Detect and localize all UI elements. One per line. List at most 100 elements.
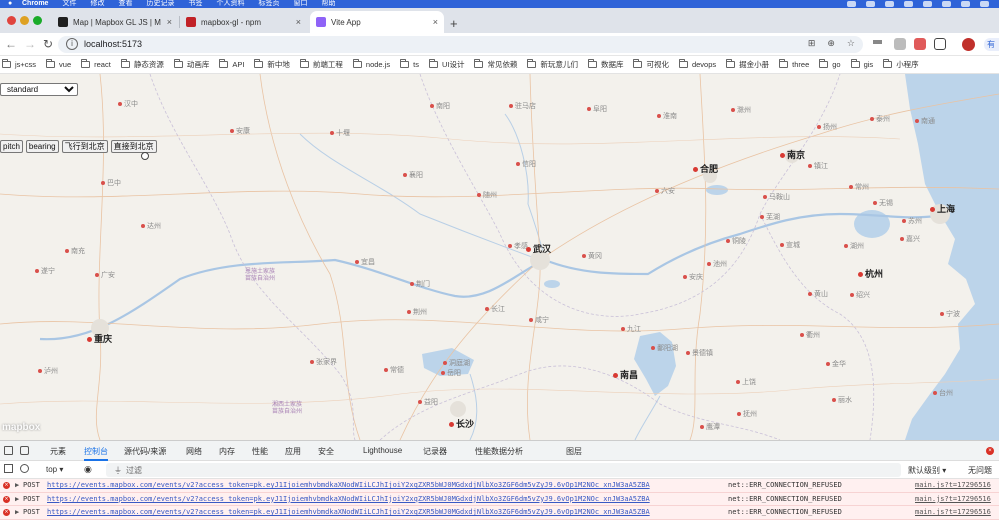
devtools-tab[interactable]: 性能 [252, 446, 268, 457]
pitch-button[interactable]: pitch [0, 140, 23, 153]
city-label[interactable]: 荆门 [410, 279, 430, 289]
menubar-item[interactable]: 帮助 [321, 0, 335, 8]
devtools-error-icon[interactable]: × [986, 447, 994, 455]
source-link[interactable]: main.js?t=17296516 [915, 506, 999, 519]
city-label[interactable]: 荆州 [407, 307, 427, 317]
bookmark-folder[interactable]: ts [400, 59, 419, 69]
city-label[interactable]: 扬州 [817, 122, 837, 132]
apple-icon[interactable]: ● [8, 0, 12, 8]
profile-avatar[interactable] [962, 38, 975, 51]
city-label[interactable]: 广安 [95, 270, 115, 280]
city-label[interactable]: 汉中 [118, 99, 138, 109]
bookmark-folder[interactable]: react [81, 59, 111, 69]
console-error-row[interactable]: × ▶ POST https://events.mapbox.com/events/v… [0, 506, 999, 520]
close-tab-icon[interactable]: × [167, 17, 172, 27]
bookmark-folder[interactable]: 数据库 [587, 59, 623, 70]
request-url-link[interactable]: https://events.mapbox.com/events/v2?acce… [47, 493, 723, 506]
devtools-tab[interactable]: 控制台 [84, 446, 108, 461]
zoom-window-icon[interactable] [33, 16, 42, 25]
city-label[interactable]: 绍兴 [850, 290, 870, 300]
city-label[interactable]: 阜阳 [587, 104, 607, 114]
city-label[interactable]: 池州 [707, 259, 727, 269]
city-label[interactable]: 安庆 [683, 272, 703, 282]
city-label[interactable]: 黄山 [808, 289, 828, 299]
menubar-item[interactable]: Chrome [22, 0, 48, 8]
menubar-item[interactable]: 窗口 [293, 0, 307, 8]
tray-icon[interactable] [847, 1, 856, 7]
menubar-item[interactable]: 历史记录 [146, 0, 174, 8]
extension-icon[interactable] [914, 38, 926, 50]
city-label[interactable]: 泸州 [38, 366, 58, 376]
devtools-tab[interactable]: 内存 [219, 446, 235, 457]
city-label[interactable]: 南阳 [430, 101, 450, 111]
minimize-window-icon[interactable] [20, 16, 29, 25]
major-city-label[interactable]: 上海 [930, 202, 955, 215]
city-label[interactable]: 南通 [915, 116, 935, 126]
console-error-row[interactable]: × ▶ POST https://events.mapbox.com/events/v… [0, 492, 999, 506]
city-label[interactable]: 咸宁 [529, 315, 549, 325]
city-label[interactable]: 上饶 [736, 377, 756, 387]
major-city-label[interactable]: 南京 [780, 148, 805, 161]
forward-icon[interactable]: → [24, 37, 36, 51]
browser-tab[interactable]: Map | Mapbox GL JS | Mapbo × [52, 11, 178, 33]
close-tab-icon[interactable]: × [433, 17, 438, 27]
city-label[interactable]: 马鞍山 [763, 192, 790, 202]
menubar-item[interactable]: 文件 [62, 0, 76, 8]
bookmark-folder[interactable]: 前端工程 [299, 59, 343, 70]
city-label[interactable]: 遂宁 [35, 266, 55, 276]
request-url-link[interactable]: https://events.mapbox.com/events/v2?acce… [47, 479, 723, 492]
city-label[interactable]: 孝感 [508, 241, 528, 251]
city-label[interactable]: 洞庭湖 [443, 358, 470, 368]
city-label[interactable]: 台州 [933, 388, 953, 398]
city-label[interactable]: 淮南 [657, 111, 677, 121]
city-label[interactable]: 宜昌 [355, 257, 375, 267]
bookmark-folder[interactable]: three [779, 59, 809, 69]
address-bar[interactable]: i localhost:5173 ⊞ ⊕ ☆ [58, 36, 863, 53]
city-label[interactable]: 襄阳 [403, 170, 423, 180]
city-label[interactable]: 益阳 [418, 397, 438, 407]
browser-tab[interactable]: mapbox-gl - npm × [180, 11, 307, 33]
city-label[interactable]: 宁波 [940, 309, 960, 319]
devtools-tab[interactable]: 元素 [50, 446, 66, 457]
menubar-item[interactable]: 个人资料 [216, 0, 244, 8]
extensions-puzzle-icon[interactable] [934, 38, 946, 50]
log-levels-dropdown[interactable]: 默认级别 ▾ [908, 465, 946, 476]
major-city-label[interactable]: 南昌 [613, 368, 638, 381]
devtools-tab[interactable]: 应用 [285, 446, 301, 457]
bookmark-folder[interactable]: 新玩意儿们 [527, 59, 578, 70]
city-label[interactable]: 苏州 [902, 216, 922, 226]
city-label[interactable]: 滁州 [731, 105, 751, 115]
bookmark-folder[interactable]: node.js [352, 59, 390, 69]
expand-arrow-icon[interactable]: ▶ [15, 479, 19, 492]
city-label[interactable]: 长江 [485, 304, 505, 314]
city-label[interactable]: 常德 [384, 365, 404, 375]
menubar-item[interactable]: 查看 [118, 0, 132, 8]
city-label[interactable]: 九江 [621, 324, 641, 334]
map-style-select[interactable]: standard [0, 83, 78, 96]
new-tab-icon[interactable]: + [450, 17, 458, 30]
city-label[interactable]: 铜陵 [726, 236, 746, 246]
context-selector[interactable]: top ▾ [46, 465, 63, 474]
request-url-link[interactable]: https://events.mapbox.com/events/v2?acce… [47, 506, 723, 519]
bookmark-folder[interactable]: 掘金小册 [726, 59, 769, 70]
bookmark-folder[interactable]: gis [850, 59, 873, 69]
source-link[interactable]: main.js?t=17296516 [915, 479, 999, 492]
live-expression-eye-icon[interactable]: ◉ [84, 464, 92, 475]
bookmark-star-icon[interactable]: ☆ [847, 38, 855, 49]
inspect-element-icon[interactable] [4, 446, 13, 455]
major-city-label[interactable]: 杭州 [858, 267, 883, 280]
tray-icon[interactable] [866, 1, 875, 7]
console-error-row[interactable]: × ▶ POST https://events.mapbox.com/events/v… [0, 479, 999, 493]
city-label[interactable]: 湖州 [844, 241, 864, 251]
devtools-tab[interactable]: 安全 [318, 446, 334, 457]
bookmark-folder[interactable]: 新中地 [254, 59, 290, 70]
city-label[interactable]: 岳阳 [441, 368, 461, 378]
city-label[interactable]: 黄冈 [582, 251, 602, 261]
city-label[interactable]: 驻马店 [509, 101, 536, 111]
city-label[interactable]: 宣城 [780, 240, 800, 250]
filter-extension-icon[interactable] [873, 40, 882, 49]
bookmark-folder[interactable]: go [819, 59, 841, 69]
major-city-label[interactable]: 长沙 [449, 417, 474, 430]
browser-tab-active[interactable]: Vite App × [310, 11, 444, 33]
url-text[interactable]: localhost:5173 [84, 39, 142, 49]
